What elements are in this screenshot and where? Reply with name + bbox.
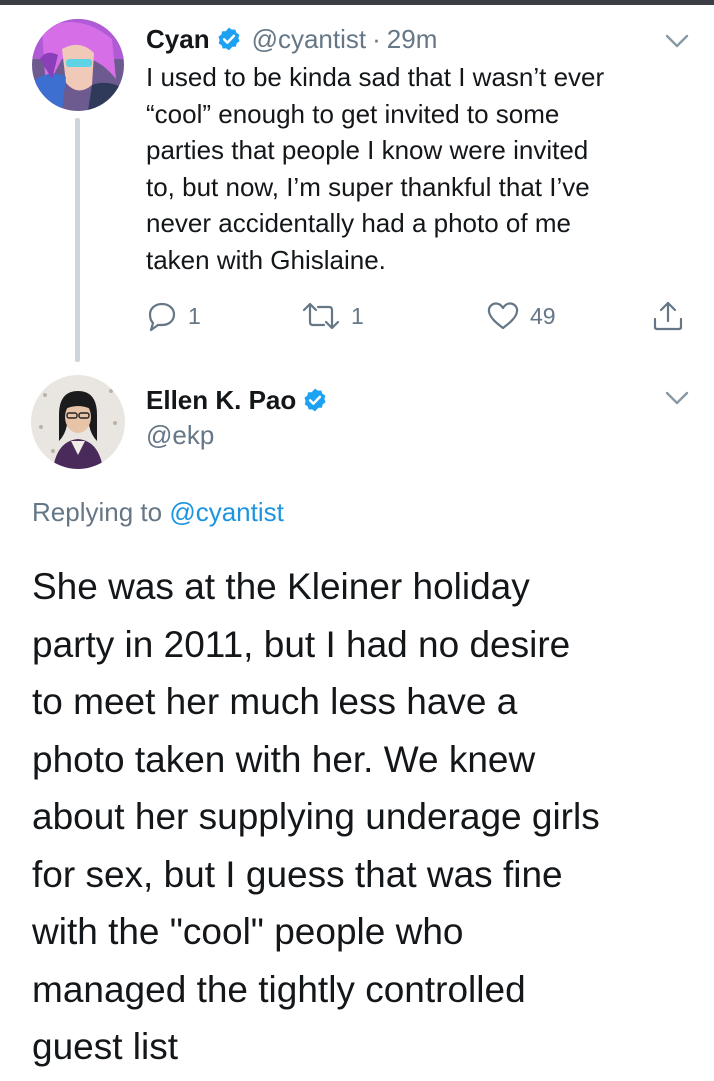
author-handle[interactable]: @cyantist: [252, 24, 367, 55]
retweet-count: 1: [351, 302, 364, 329]
chevron-down-icon[interactable]: [665, 390, 689, 406]
author-handle[interactable]: @ekp: [146, 420, 214, 451]
like-count: 49: [530, 302, 556, 329]
share-button[interactable]: [651, 298, 685, 334]
verified-badge-icon: [216, 26, 242, 52]
reply-button[interactable]: 1: [146, 298, 201, 334]
verified-badge-icon: [302, 387, 328, 413]
reply-count: 1: [188, 302, 201, 329]
replying-to-link[interactable]: @cyantist: [169, 497, 284, 527]
chevron-down-icon[interactable]: [665, 33, 689, 49]
tweet-text: I used to be kinda sad that I wasn’t eve…: [146, 62, 605, 275]
thread-connector-line: [75, 118, 80, 362]
timestamp[interactable]: 29m: [387, 24, 438, 55]
tweet-header: Ellen K. Pao: [146, 382, 328, 418]
separator: ·: [372, 23, 381, 54]
author-name[interactable]: Cyan: [146, 24, 210, 55]
heart-icon: [486, 300, 520, 332]
like-button[interactable]: 49: [486, 298, 556, 334]
top-status-strip: [0, 0, 714, 5]
reply-icon: [146, 300, 178, 332]
replying-to-line: Replying to @cyantist: [32, 497, 284, 528]
retweet-icon: [301, 300, 341, 332]
avatar[interactable]: [32, 19, 124, 111]
author-name[interactable]: Ellen K. Pao: [146, 385, 296, 416]
retweet-button[interactable]: 1: [301, 298, 364, 334]
replying-to-label: Replying to: [32, 497, 163, 527]
tweet-text: She was at the Kleiner holiday party in …: [32, 566, 600, 1067]
share-icon: [651, 299, 685, 333]
avatar[interactable]: [31, 375, 125, 469]
tweet-actions: 1 1 49: [146, 298, 696, 334]
tweet-header: Cyan @cyantist · 29m: [146, 21, 437, 57]
